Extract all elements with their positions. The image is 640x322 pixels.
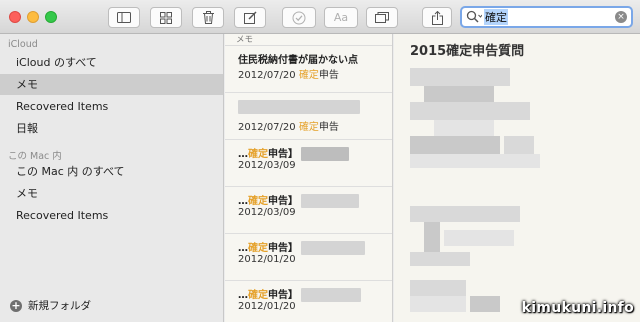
plus-icon: + xyxy=(10,298,22,312)
note-meta: 2012/07/20 確定申告 xyxy=(238,66,339,81)
sidebar-item-nippo[interactable]: 日報 xyxy=(0,118,223,139)
sidebar-section-mac: この Mac 内 xyxy=(8,151,62,162)
note-title: …確定申告】 xyxy=(238,145,350,161)
list-item[interactable]: …確定申告】 2012/03/09 xyxy=(225,141,392,187)
new-folder-label: 新規フォルダ xyxy=(28,300,91,312)
checkmark-icon xyxy=(292,11,306,24)
window-icon xyxy=(375,12,389,23)
note-meta: 2012/07/20 確定申告 xyxy=(238,118,339,133)
watermark: kimukuni.info xyxy=(521,300,634,316)
trash-icon xyxy=(202,11,214,24)
delete-note-button[interactable] xyxy=(192,7,224,28)
note-date: 2012/07/20 xyxy=(238,122,296,133)
search-field[interactable]: 確定 × xyxy=(460,6,633,28)
note-date: 2012/01/20 xyxy=(238,301,296,312)
note-editor[interactable]: 2015確定申告質問 kimukuni.info xyxy=(394,34,640,322)
font-aa-icon: Aa xyxy=(333,11,349,24)
sidebar-item-mac-all[interactable]: この Mac 内 のすべて xyxy=(0,161,223,182)
grid-icon xyxy=(160,11,172,24)
sidebar-toggle-icon xyxy=(117,12,131,23)
checklist-button[interactable] xyxy=(282,7,316,28)
list-item[interactable]: …確定申告】 2012/01/20 xyxy=(225,282,392,322)
sidebar-item-recovered[interactable]: Recovered Items xyxy=(0,96,223,117)
zoom-window-button[interactable] xyxy=(45,11,57,23)
share-icon xyxy=(431,10,443,25)
list-item[interactable]: …確定申告】 2012/03/09 xyxy=(225,188,392,234)
note-date: 2012/07/20 xyxy=(238,70,296,81)
note-snippet-highlight: 確定 xyxy=(298,70,319,81)
note-title: …確定申告】 xyxy=(238,192,360,208)
note-snippet: 申告 xyxy=(318,122,339,133)
note-date: 2012/03/09 xyxy=(238,160,296,171)
note-date: 2012/03/09 xyxy=(238,207,296,218)
sidebar-section-icloud: iCloud xyxy=(8,39,38,50)
note-title: …確定申告】 xyxy=(238,239,366,255)
note-title: …確定申告】 xyxy=(238,286,362,302)
note-title-redacted xyxy=(238,100,360,114)
list-item[interactable]: …確定申告】 2012/01/20 xyxy=(225,235,392,281)
note-title: 住民税納付書が届かない点 xyxy=(238,55,358,66)
attachments-button[interactable] xyxy=(366,7,398,28)
minimize-window-button[interactable] xyxy=(27,11,39,23)
format-button[interactable]: Aa xyxy=(324,7,358,28)
new-folder-button[interactable]: + 新規フォルダ xyxy=(10,298,91,313)
gallery-view-button[interactable] xyxy=(150,7,182,28)
sidebar: iCloud iCloud のすべて メモ Recovered Items 日報… xyxy=(0,34,224,322)
note-snippet-highlight: 確定 xyxy=(298,122,319,133)
list-item[interactable]: 住民税納付書が届かない点 2012/07/20 確定申告 xyxy=(225,47,392,93)
list-item[interactable]: 2012/07/20 確定申告 xyxy=(225,94,392,140)
note-snippet: 申告 xyxy=(318,70,339,81)
share-button[interactable] xyxy=(422,7,452,28)
sidebar-item-mac-memo[interactable]: メモ xyxy=(0,183,223,204)
notes-list-header: メモ xyxy=(225,34,392,46)
toolbar: Aa 確定 × xyxy=(0,0,640,34)
note-heading[interactable]: 2015確定申告質問 xyxy=(410,40,524,59)
compose-icon xyxy=(243,11,257,24)
search-query[interactable]: 確定 xyxy=(484,9,508,25)
toggle-sidebar-button[interactable] xyxy=(108,7,140,28)
note-date: 2012/01/20 xyxy=(238,254,296,265)
notes-list: メモ 住民税納付書が届かない点 2012/07/20 確定申告 2012/07/… xyxy=(225,34,393,322)
sidebar-item-icloud-all[interactable]: iCloud のすべて xyxy=(0,52,223,73)
close-window-button[interactable] xyxy=(9,11,21,23)
new-note-button[interactable] xyxy=(234,7,266,28)
search-icon xyxy=(466,10,482,23)
sidebar-item-mac-recovered[interactable]: Recovered Items xyxy=(0,205,223,226)
sidebar-item-memo[interactable]: メモ xyxy=(0,74,223,95)
clear-search-icon[interactable]: × xyxy=(615,11,627,23)
